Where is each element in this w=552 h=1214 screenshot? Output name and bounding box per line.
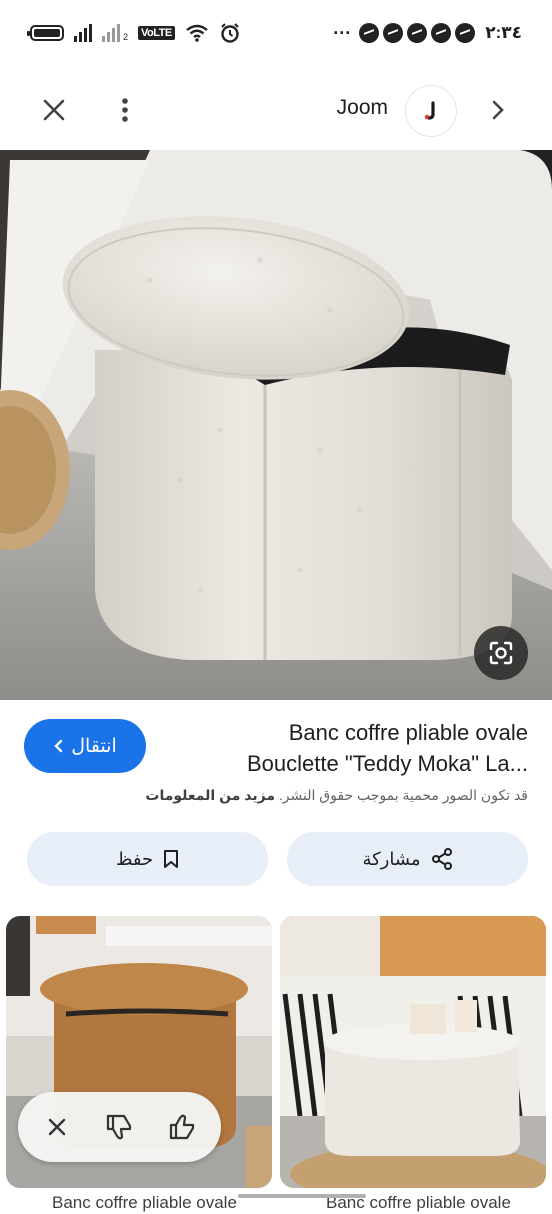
sim-label: 2 bbox=[123, 32, 129, 42]
lens-icon bbox=[489, 641, 513, 665]
related-product-photo bbox=[280, 916, 546, 1188]
source-site-name[interactable]: Joom bbox=[337, 96, 388, 120]
messenger-icon bbox=[407, 23, 428, 43]
close-icon bbox=[43, 99, 65, 121]
bookmark-icon bbox=[164, 850, 179, 868]
signal-sim2-icon: 2 bbox=[102, 24, 128, 42]
feedback-bar bbox=[18, 1092, 221, 1162]
main-product-image[interactable] bbox=[0, 150, 552, 700]
close-icon bbox=[48, 1118, 66, 1136]
signal-icon bbox=[74, 24, 92, 42]
close-button[interactable] bbox=[30, 86, 78, 134]
copyright-text: قد تكون الصور محمية بموجب حقوق النشر. bbox=[278, 787, 528, 803]
save-button[interactable]: حفظ bbox=[27, 832, 268, 886]
joom-logo-icon bbox=[424, 101, 435, 120]
source-site-logo[interactable] bbox=[406, 86, 456, 136]
share-button[interactable]: مشاركة bbox=[287, 832, 528, 886]
share-icon bbox=[431, 848, 452, 870]
lens-search-button[interactable] bbox=[474, 626, 528, 680]
alarm-icon bbox=[220, 23, 239, 43]
product-photo bbox=[0, 150, 552, 700]
wifi-icon bbox=[185, 24, 208, 42]
dismiss-feedback-button[interactable] bbox=[35, 1105, 79, 1149]
copyright-notice: قد تكون الصور محمية بموجب حقوق النشر. مز… bbox=[145, 787, 528, 804]
related-result-image[interactable] bbox=[280, 916, 546, 1188]
chevron-right-icon bbox=[492, 100, 504, 120]
product-title-line2[interactable]: Bouclette "Teddy Moka" La... bbox=[247, 751, 528, 777]
more-options-button[interactable] bbox=[101, 86, 149, 134]
thumbs-down-icon bbox=[107, 1114, 132, 1140]
visit-button[interactable]: انتقال bbox=[24, 719, 146, 773]
more-notifications-indicator: ··· bbox=[333, 22, 352, 43]
messenger-icon bbox=[383, 23, 404, 43]
home-indicator[interactable] bbox=[238, 1194, 366, 1198]
status-icons-left: 2 VoLTE bbox=[27, 20, 241, 46]
volte-badge: VoLTE bbox=[138, 26, 175, 40]
related-result-caption[interactable]: Banc coffre pliable ovale bbox=[52, 1193, 237, 1213]
status-time: ٢:٣٤ bbox=[485, 23, 522, 42]
more-vert-icon bbox=[122, 98, 128, 122]
messenger-icon bbox=[359, 23, 380, 43]
messenger-icon bbox=[431, 23, 452, 43]
visit-label: انتقال bbox=[71, 735, 117, 757]
save-label: حفظ bbox=[115, 848, 154, 869]
open-site-chevron-button[interactable] bbox=[474, 86, 522, 134]
chevron-left-icon bbox=[54, 739, 63, 753]
more-info-link[interactable]: مزيد من المعلومات bbox=[145, 787, 275, 803]
status-icons-right: ··· ٢:٣٤ bbox=[333, 20, 522, 46]
status-bar: 2 VoLTE ··· ٢:٣٤ bbox=[0, 0, 552, 64]
thumbs-up-button[interactable] bbox=[160, 1105, 204, 1149]
messenger-icon bbox=[455, 23, 476, 43]
share-label: مشاركة bbox=[362, 848, 421, 869]
viewer-header: Joom bbox=[0, 72, 552, 148]
battery-icon bbox=[27, 25, 64, 41]
product-title-line1[interactable]: Banc coffre pliable ovale bbox=[289, 720, 528, 746]
thumbs-up-icon bbox=[169, 1114, 194, 1140]
thumbs-down-button[interactable] bbox=[97, 1105, 141, 1149]
